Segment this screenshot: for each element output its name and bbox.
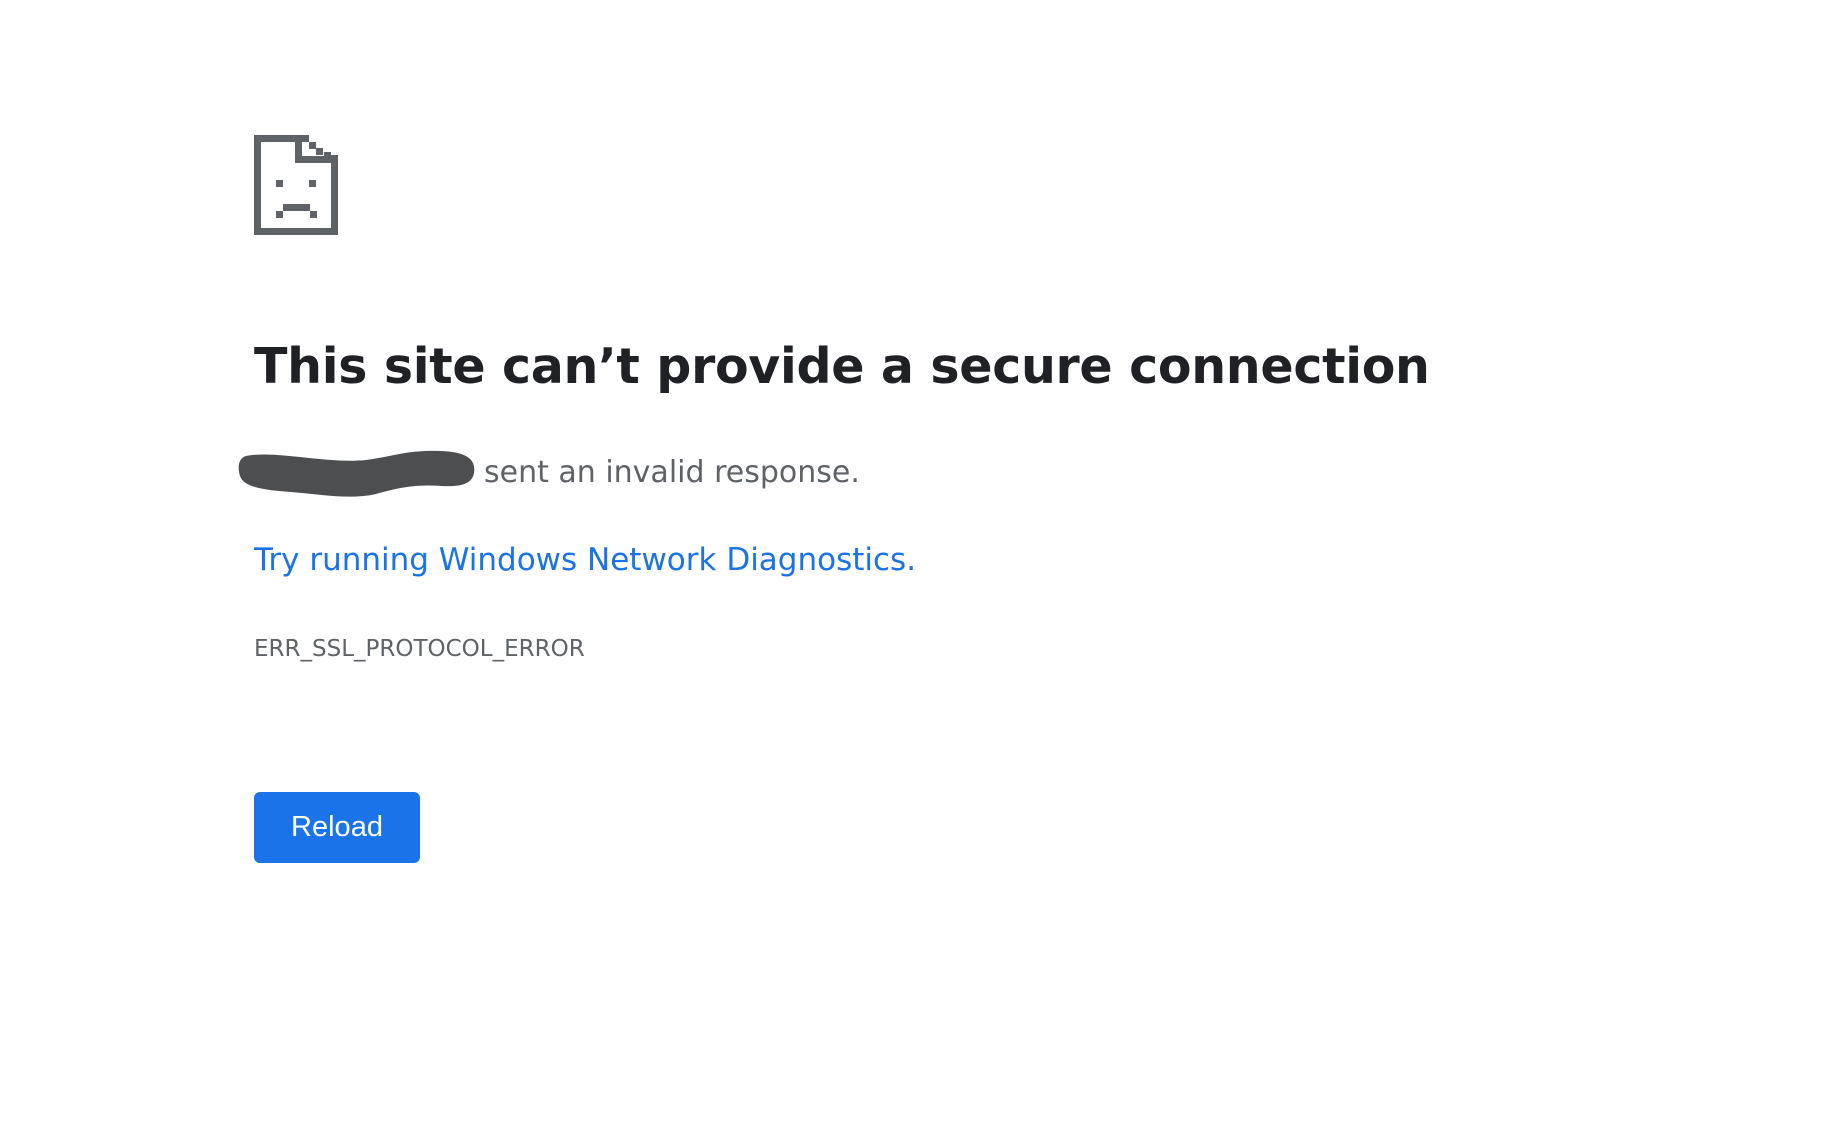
reload-button[interactable]: Reload (254, 792, 420, 863)
network-diagnostics-link[interactable]: Try running Windows Network Diagnostics. (254, 540, 916, 580)
error-page: This site can’t provide a secure connect… (0, 0, 1824, 1125)
error-description: sent an invalid response. (236, 448, 860, 498)
sad-document-icon (254, 135, 338, 235)
page-title: This site can’t provide a secure connect… (254, 338, 1430, 395)
error-description-text: sent an invalid response. (484, 455, 860, 490)
error-code: ERR_SSL_PROTOCOL_ERROR (254, 636, 585, 662)
redaction-mark (238, 450, 475, 497)
